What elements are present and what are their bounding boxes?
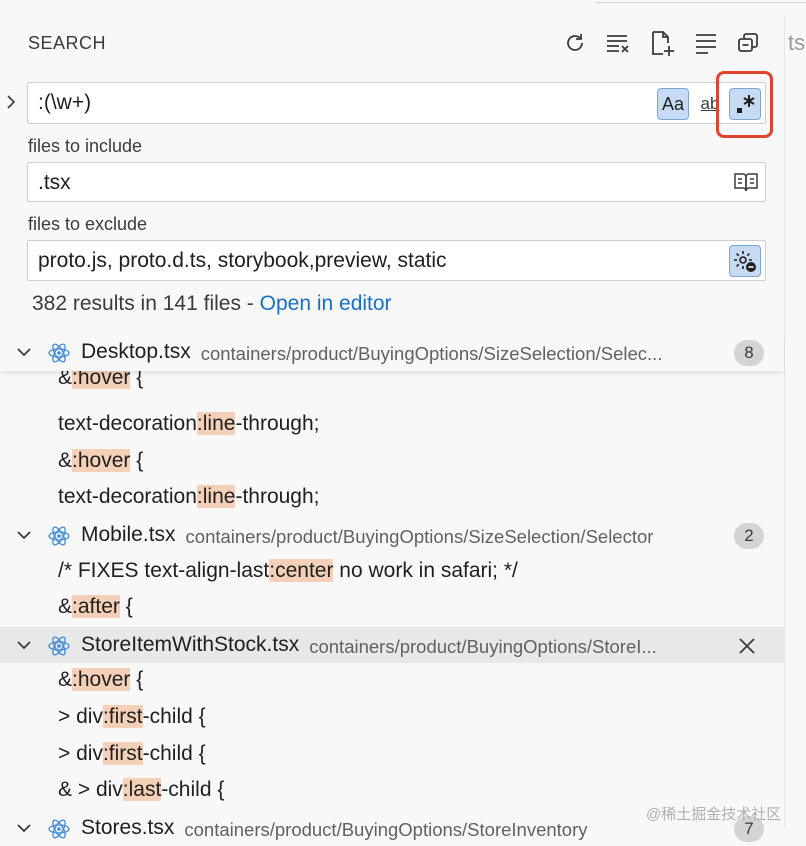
result-file-name: Desktop.tsx [81, 340, 191, 363]
match-text: text-decoration:line-through; [58, 412, 320, 436]
tab-divider [595, 0, 806, 3]
files-to-exclude-label: files to exclude [28, 214, 148, 234]
editor-tab-strip [0, 0, 806, 14]
match-case-label: Aa [661, 93, 685, 114]
chevron-down-icon[interactable] [15, 346, 33, 360]
match-suffix: -through; [235, 485, 320, 509]
use-exclude-settings-button[interactable] [729, 245, 761, 277]
match-suffix: -child { [142, 741, 206, 765]
result-match-row[interactable]: &:after { [0, 590, 784, 627]
result-match-row[interactable]: &:hover { [0, 444, 784, 481]
match-count-badge: 2 [734, 522, 764, 549]
match-prefix: & [58, 668, 73, 692]
react-file-icon [47, 817, 71, 841]
results-tree: Desktop.tsx containers/product/BuyingOpti… [0, 334, 784, 846]
match-suffix: -child { [161, 778, 225, 802]
files-to-include-value: .tsx [38, 171, 71, 194]
files-to-exclude-input[interactable]: proto.js, proto.d.ts, storybook,preview,… [27, 240, 766, 281]
clear-results-icon[interactable] [603, 28, 633, 58]
match-highlight: :line [196, 485, 236, 509]
refresh-icon[interactable] [560, 28, 590, 58]
match-case-button[interactable]: Aa [657, 88, 689, 120]
match-prefix: /* FIXES text-align-last [58, 558, 270, 582]
chevron-down-icon[interactable] [15, 529, 33, 543]
match-highlight: :hover [72, 448, 131, 472]
result-match-row[interactable]: > div:first-child { [0, 737, 784, 774]
view-as-tree-icon[interactable] [691, 28, 721, 58]
dismiss-result-icon[interactable] [736, 635, 758, 657]
match-highlight: :after [72, 595, 120, 619]
match-text: &:hover { [58, 448, 144, 473]
panel-title: SEARCH [28, 33, 107, 53]
match-text: & > div:last-child { [58, 778, 224, 802]
results-summary: 382 results in 141 files - Open in edito… [32, 292, 392, 316]
result-match-row[interactable]: > div:first-child { [0, 700, 784, 737]
match-prefix: & [58, 595, 73, 619]
result-file-path: containers/product/BuyingOptions/SizeSel… [185, 525, 654, 547]
search-only-open-editors-button[interactable] [731, 169, 761, 195]
result-match-row[interactable]: text-decoration:line-through; [0, 407, 784, 444]
match-prefix: > div [58, 741, 103, 765]
result-match-row[interactable]: &:hover { [0, 365, 784, 408]
match-prefix: & [58, 448, 73, 472]
search-input[interactable]: :(\w+) Aa ab [27, 82, 766, 124]
result-file-path: containers/product/BuyingOptions/StoreI.… [309, 635, 657, 657]
match-text: &:after { [58, 595, 133, 619]
match-prefix: & > div [58, 778, 123, 802]
match-highlight: :center [269, 558, 334, 582]
match-highlight: :first [102, 741, 143, 765]
result-match-row[interactable]: &:hover { [0, 663, 784, 700]
match-suffix: -child { [142, 704, 206, 728]
match-prefix: text-decoration [58, 485, 197, 509]
match-highlight: :line [196, 412, 236, 436]
match-suffix: no work in safari; */ [333, 558, 518, 582]
match-text: > div:first-child { [58, 741, 206, 766]
match-suffix: { [130, 448, 144, 472]
result-file-path: containers/product/BuyingOptions/SizeSel… [200, 343, 663, 364]
chevron-down-icon[interactable] [15, 822, 33, 836]
result-file-name: StoreItemWithStock.tsx [81, 632, 300, 656]
files-to-include-label: files to include [28, 136, 143, 156]
match-highlight: :first [102, 704, 143, 728]
result-file-row[interactable]: Mobile.tsx containers/product/BuyingOptio… [0, 517, 784, 554]
react-file-icon [47, 524, 71, 548]
new-search-editor-icon[interactable] [647, 28, 677, 58]
match-text: > div:first-child { [58, 704, 206, 729]
match-prefix: text-decoration [58, 412, 197, 436]
match-highlight: :hover [72, 668, 131, 692]
result-file-row[interactable]: Desktop.tsx containers/product/BuyingOpti… [0, 334, 784, 371]
files-to-include-input[interactable]: .tsx [27, 162, 766, 202]
match-prefix: > div [58, 704, 103, 728]
result-file-path: containers/product/BuyingOptions/StoreIn… [184, 818, 588, 840]
match-text: text-decoration:line-through; [58, 485, 320, 509]
gear-exclude-icon [734, 251, 756, 272]
regex-highlight-box [716, 71, 773, 138]
toggle-replace-chevron-icon[interactable] [2, 92, 20, 112]
open-in-editor-link[interactable]: Open in editor [260, 292, 392, 315]
match-highlight: :last [122, 778, 162, 802]
react-file-icon [47, 341, 71, 365]
result-match-row[interactable]: /* FIXES text-align-last:center no work … [0, 554, 784, 591]
search-input-value: :(\w+) [38, 91, 92, 114]
results-count-text: 382 results in 141 files - [32, 292, 260, 315]
match-suffix: -through; [235, 412, 320, 436]
match-text: /* FIXES text-align-last:center no work … [58, 558, 518, 583]
match-suffix: { [119, 595, 133, 619]
match-count-badge: 8 [734, 340, 764, 366]
collapse-all-icon[interactable] [733, 28, 763, 58]
match-suffix: { [130, 668, 144, 692]
react-file-icon [47, 634, 71, 658]
panel-divider [784, 14, 785, 828]
book-icon [734, 173, 758, 192]
result-file-name: Mobile.tsx [81, 522, 176, 546]
background-editor-fragment: ts [788, 30, 806, 55]
watermark: @稀土掘金技术社区 [646, 806, 782, 823]
files-to-exclude-value: proto.js, proto.d.ts, storybook,preview,… [38, 249, 447, 272]
result-file-row[interactable]: StoreItemWithStock.tsx containers/product… [0, 626, 784, 664]
match-text: &:hover { [58, 668, 143, 692]
result-match-row[interactable]: text-decoration:line-through; [0, 480, 784, 517]
chevron-down-icon[interactable] [15, 639, 33, 653]
